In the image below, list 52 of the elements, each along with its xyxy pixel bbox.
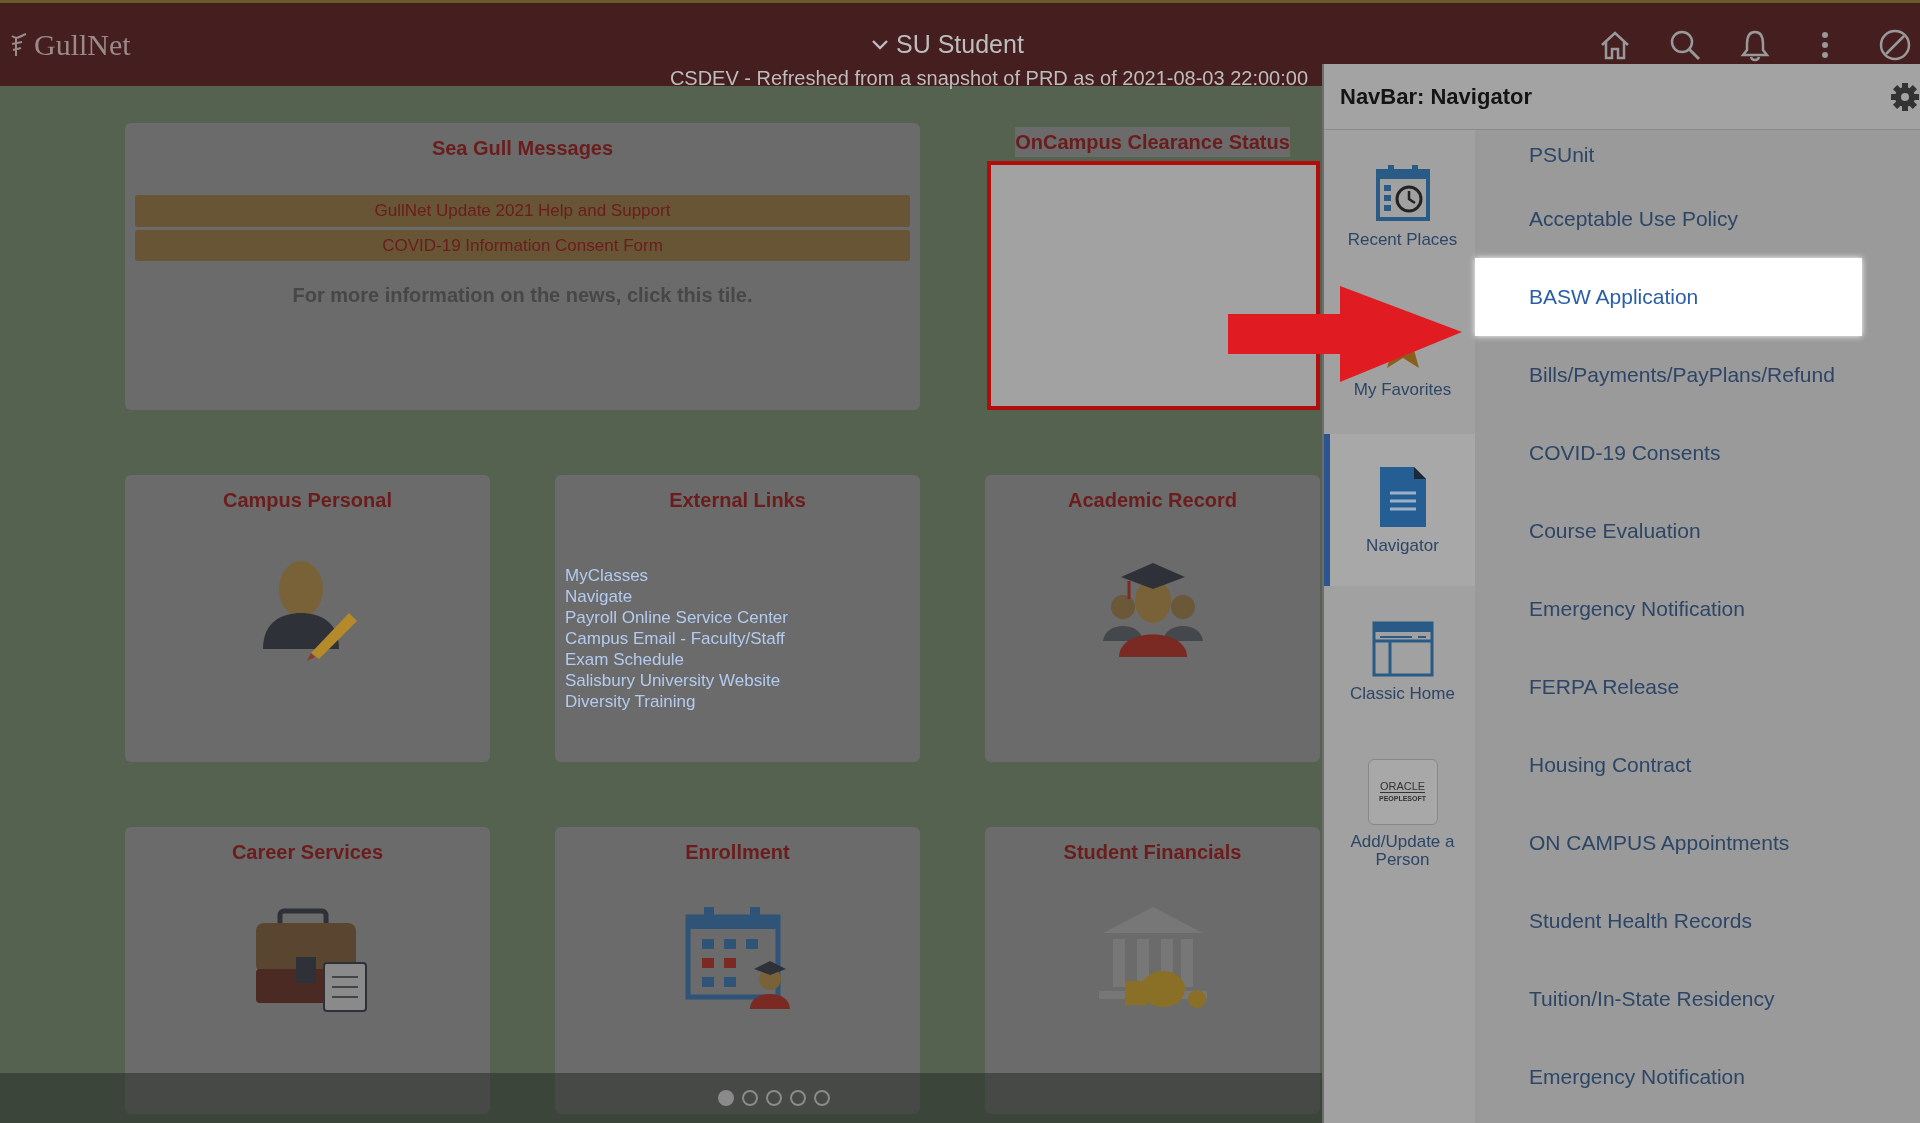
tile-title: External Links bbox=[669, 488, 806, 513]
logo-text: GullNet bbox=[34, 27, 131, 63]
navbar-item[interactable]: Recent Places bbox=[1324, 130, 1475, 282]
navigator-menu-item[interactable]: Emergency Notification bbox=[1475, 1038, 1920, 1116]
navigator-menu-item[interactable]: PSUnit bbox=[1475, 130, 1920, 180]
tile-title: OnCampus Clearance Status bbox=[1015, 127, 1290, 157]
panel-title: NavBar: Navigator bbox=[1340, 83, 1532, 111]
document-icon bbox=[1377, 465, 1428, 529]
navigator-menu-item[interactable]: Course Evaluation bbox=[1475, 492, 1920, 570]
page-dot[interactable] bbox=[814, 1090, 830, 1106]
navigator-menu-item[interactable]: Student Health Records bbox=[1475, 882, 1920, 960]
tile-title: Student Financials bbox=[1063, 840, 1242, 865]
navigator-menu-item[interactable]: Emergency Notification bbox=[1475, 570, 1920, 648]
tile-card[interactable]: Career Services bbox=[125, 827, 490, 1114]
external-link[interactable]: Navigate bbox=[565, 586, 910, 607]
refresh-notice: CSDEV - Refreshed from a snapshot of PRD as of 2021-08-03 22:00:00 bbox=[669, 66, 1308, 91]
external-link[interactable]: Campus Email - Faculty/Staff bbox=[565, 628, 910, 649]
external-link[interactable]: MyClasses bbox=[565, 565, 910, 586]
navbar-item[interactable]: Classic Home bbox=[1324, 586, 1475, 738]
tile-card[interactable]: Academic Record bbox=[985, 475, 1320, 762]
page-dot[interactable] bbox=[742, 1090, 758, 1106]
navigator-menu-item[interactable]: Housing Contract bbox=[1475, 726, 1920, 804]
tile-card[interactable]: External Links MyClasses Navigate Payroll Online Service Center Campus Email - Faculty/Staff Exam Schedule Salisbury University Website Diversity Training bbox=[555, 475, 920, 762]
tile-card[interactable]: Student Financials bbox=[985, 827, 1320, 1114]
navigator-menu-item[interactable]: Tuition/In-State Residency bbox=[1475, 960, 1920, 1038]
tile-title: Academic Record bbox=[1068, 488, 1237, 513]
page-title[interactable]: SU Student bbox=[896, 25, 1024, 64]
tile-title: Enrollment bbox=[685, 840, 790, 865]
settings-icon[interactable] bbox=[1890, 81, 1920, 112]
tile-title: Sea Gull Messages bbox=[431, 136, 614, 161]
navbar-item[interactable]: Navigator bbox=[1324, 434, 1475, 586]
tile-title: Career Services bbox=[231, 840, 384, 865]
external-link[interactable]: Payroll Online Service Center bbox=[565, 607, 910, 628]
calendar-clock-icon bbox=[1374, 163, 1431, 223]
navigator-menu-item[interactable]: BASW Application bbox=[1475, 258, 1862, 336]
navigator-menu-item[interactable]: Acceptable Use Policy bbox=[1475, 180, 1920, 258]
navigator-menu-item[interactable]: COVID-19 Consents bbox=[1475, 414, 1920, 492]
slashed-circle-icon[interactable] bbox=[1878, 27, 1912, 62]
tile-title: Campus Personal bbox=[223, 488, 392, 513]
external-link[interactable]: Exam Schedule bbox=[565, 649, 910, 670]
tile-card[interactable]: Campus Personal bbox=[125, 475, 490, 762]
tile-card[interactable]: Enrollment bbox=[555, 827, 920, 1114]
browser-window-icon bbox=[1371, 621, 1434, 677]
chevron-down-icon[interactable] bbox=[872, 39, 888, 50]
page-dot[interactable] bbox=[766, 1090, 782, 1106]
navigator-menu-item[interactable]: Bills/Payments/PayPlans/Refund bbox=[1475, 336, 1920, 414]
navigator-menu-item[interactable]: FERPA Release bbox=[1475, 648, 1920, 726]
external-link[interactable]: Diversity Training bbox=[565, 691, 910, 712]
navigator-menu-item[interactable]: ON CAMPUS Appointments bbox=[1475, 804, 1920, 882]
page-dot[interactable] bbox=[790, 1090, 806, 1106]
external-link[interactable]: Salisbury University Website bbox=[565, 670, 910, 691]
tile-card[interactable]: OnCampus Clearance Status bbox=[985, 123, 1320, 410]
